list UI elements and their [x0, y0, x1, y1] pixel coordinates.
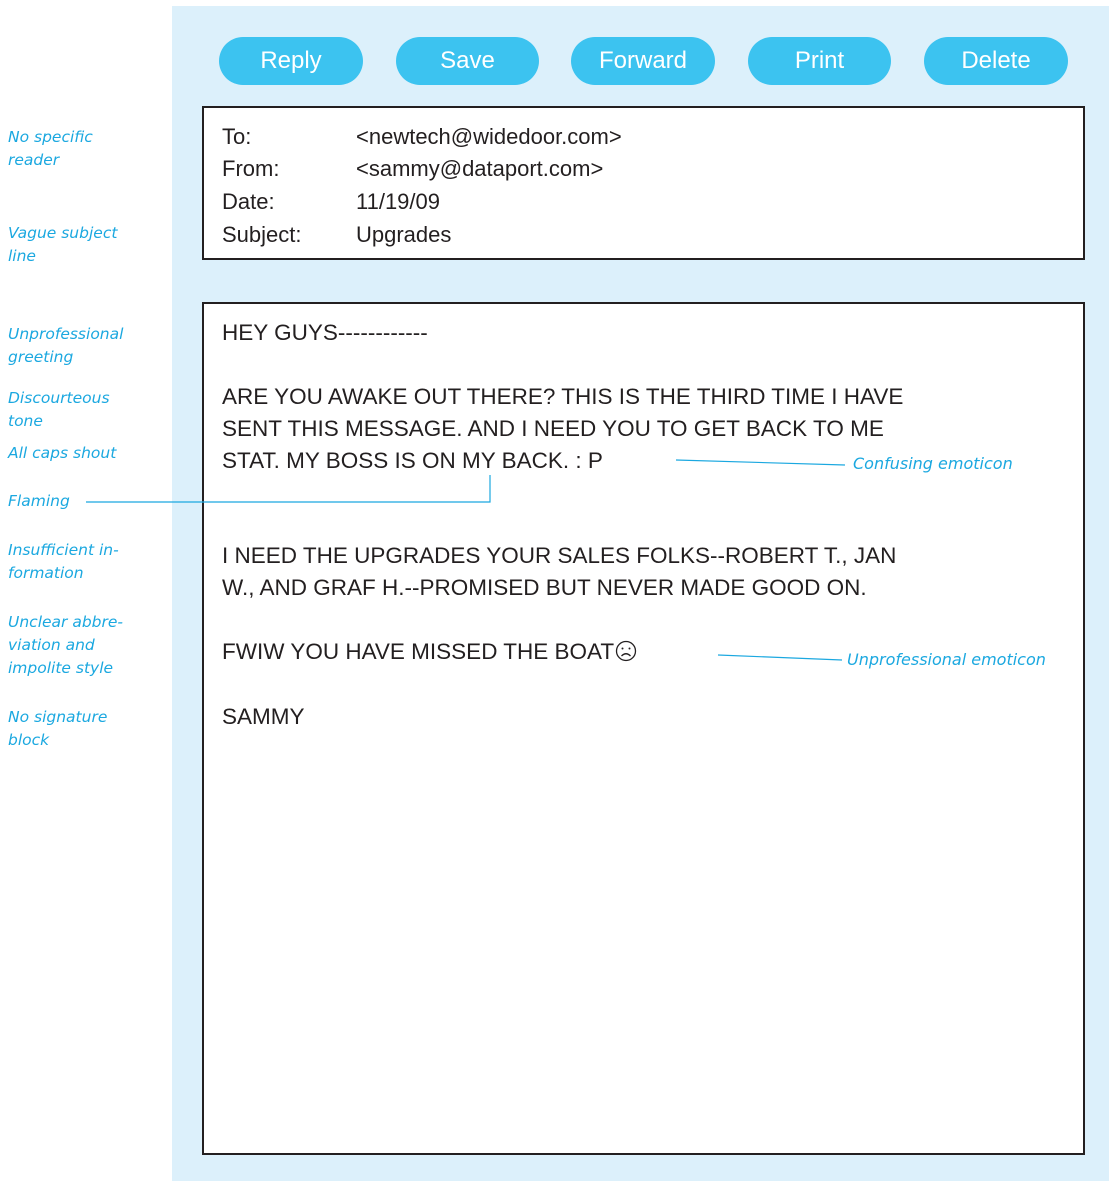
- annotation-flaming: Flaming: [8, 492, 70, 510]
- subject-label: Subject:: [222, 222, 302, 247]
- date-value: 11/19/09: [356, 189, 441, 214]
- annotation-line: impolite style: [8, 659, 114, 677]
- body-line: SENT THIS MESSAGE. AND I NEED YOU TO GET…: [222, 416, 884, 441]
- annotation-line: Vague subject: [8, 224, 118, 242]
- from-label: From:: [222, 156, 280, 181]
- annotation-discourteous-tone: Discourteous tone: [8, 387, 158, 433]
- annotation-unclear-abbreviation: Unclear abbre- viation and impolite styl…: [8, 611, 158, 680]
- delete-button[interactable]: Delete: [924, 37, 1068, 85]
- annotation-line: No signature: [8, 708, 108, 726]
- from-value[interactable]: <sammy@dataport.com>: [356, 153, 603, 185]
- annotation-insufficient-info: Insufficient in- formation: [8, 539, 158, 585]
- annotation-all-caps: All caps shout: [8, 444, 117, 462]
- annotation-line: line: [8, 247, 36, 265]
- annotation-line: block: [8, 731, 50, 749]
- subject-value[interactable]: Upgrades: [356, 219, 451, 251]
- annotation-no-signature: No signature block: [8, 706, 158, 752]
- to-row: To: <newtech@widedoor.com>: [222, 121, 622, 153]
- annotation-line: tone: [8, 412, 43, 430]
- annotation-line: reader: [8, 151, 60, 169]
- from-row: From: <sammy@dataport.com>: [222, 153, 603, 185]
- body-line: W., AND GRAF H.--PROMISED BUT NEVER MADE…: [222, 575, 867, 600]
- date-label: Date:: [222, 189, 275, 214]
- annotation-line: Discourteous: [8, 389, 110, 407]
- body-line-emoticon: FWIW YOU HAVE MISSED THE BOAT: [222, 636, 637, 668]
- annotation-line: Unclear abbre-: [8, 613, 124, 631]
- save-button[interactable]: Save: [396, 37, 539, 85]
- annotation-line: No specific: [8, 128, 93, 146]
- body-text: FWIW YOU HAVE MISSED THE BOAT: [222, 639, 615, 664]
- greeting-line: HEY GUYS------------: [222, 320, 428, 345]
- closing-line: SAMMY: [222, 704, 305, 729]
- annotation-line: Insufficient in-: [8, 541, 119, 559]
- print-button[interactable]: Print: [748, 37, 891, 85]
- body-line: I NEED THE UPGRADES YOUR SALES FOLKS--RO…: [222, 543, 897, 568]
- annotation-unprofessional-greeting: Unprofessional greeting: [8, 323, 158, 369]
- date-row: Date: 11/19/09: [222, 186, 440, 218]
- annotation-line: Unprofessional: [8, 325, 124, 343]
- annotation-line: viation and: [8, 636, 95, 654]
- subject-row: Subject: Upgrades: [222, 219, 451, 251]
- annotation-line: greeting: [8, 348, 74, 366]
- frown-face-icon: [615, 640, 637, 662]
- to-value[interactable]: <newtech@widedoor.com>: [356, 121, 622, 153]
- annotation-no-specific-reader: No specific reader: [8, 126, 158, 172]
- annotation-vague-subject: Vague subject line: [8, 222, 158, 268]
- forward-button[interactable]: Forward: [571, 37, 715, 85]
- email-body[interactable]: HEY GUYS------------ ARE YOU AWAKE OUT T…: [202, 302, 1085, 1155]
- annotation-line: formation: [8, 564, 84, 582]
- annotation-unprofessional-emoticon: Unprofessional emoticon: [847, 650, 1046, 669]
- body-line: ARE YOU AWAKE OUT THERE? THIS IS THE THI…: [222, 384, 904, 409]
- email-header: To: <newtech@widedoor.com> From: <sammy@da…: [202, 106, 1085, 260]
- reply-button[interactable]: Reply: [219, 37, 363, 85]
- body-line: STAT. MY BOSS IS ON MY BACK. : P: [222, 448, 603, 473]
- to-label: To:: [222, 124, 252, 149]
- annotation-confusing-emoticon: Confusing emoticon: [853, 454, 1013, 473]
